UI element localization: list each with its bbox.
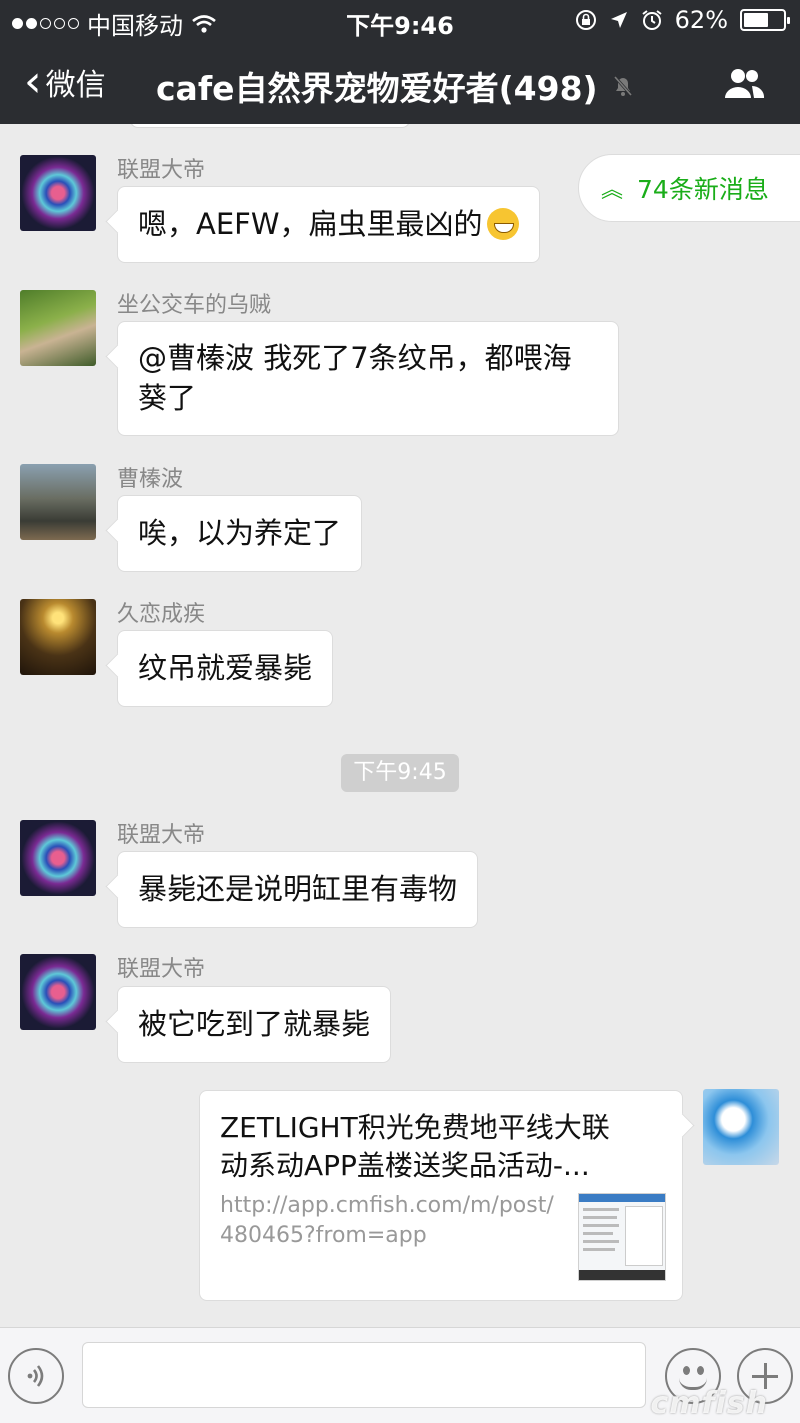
sender-name: 联盟大帝 [117,823,206,848]
message-text: 纹吊就爱暴毙 [138,651,313,685]
link-thumbnail [578,1193,666,1281]
message-bubble[interactable]: 被它吃到了就暴毙 [117,986,392,1063]
avatar[interactable] [20,464,96,540]
message-text-line: @曹榛波 我死了7条纹吊，都喂海 [138,341,572,375]
battery-fill [744,13,768,27]
sender-name: 联盟大帝 [117,158,206,183]
input-bar: cmfish [0,1327,800,1423]
group-name: cafe自然界宠物爱好者(498) [156,69,598,108]
double-chevron-up-icon: ︽ [601,178,624,203]
chevron-left-icon: ‹ [24,56,42,107]
chat-messages[interactable]: 联盟大帝 嗯，AEFW，扁虫里最凶的 ︽ 74条新消息 坐公交车的乌贼 @曹榛波… [0,124,800,1327]
message-bubble[interactable]: 暴毙还是说明缸里有毒物 [117,851,479,928]
alarm-clock-icon [642,10,662,30]
avatar[interactable] [20,155,96,231]
avatar[interactable] [20,290,96,366]
chat-header: ‹ 微信 cafe自然界宠物爱好者(498) [0,40,800,124]
voice-input-button[interactable] [8,1348,64,1404]
status-bar: 中国移动 下午9:46 62% [0,0,800,40]
avatar[interactable] [20,599,96,675]
battery-icon [740,9,790,31]
watermark-logo: cmfish [650,1386,768,1421]
back-button[interactable]: ‹ 微信 [24,60,106,104]
message-text-line: 葵了 [138,381,197,415]
mute-bell-icon [613,76,632,96]
link-title: ZETLIGHT积光免费地平线大联 动系动APP盖楼送奖品活动-... [220,1109,668,1185]
group-members-icon[interactable] [722,66,766,100]
message-text: 被它吃到了就暴毙 [138,1007,371,1041]
avatar[interactable] [20,954,96,1030]
message-bubble[interactable]: 唉，以为养定了 [117,495,363,572]
message-text: 唉，以为养定了 [138,516,342,550]
location-arrow-icon [610,12,627,28]
new-messages-label: 74条新消息 [637,175,769,204]
voice-icon [27,1365,44,1387]
link-card-message[interactable]: ZETLIGHT积光免费地平线大联 动系动APP盖楼送奖品活动-... http… [199,1090,683,1301]
time-divider: 下午9:45 [341,754,459,792]
sender-name: 联盟大帝 [117,957,206,982]
previous-message-bubble [130,124,410,128]
chat-title: cafe自然界宠物爱好者(498) [156,62,634,110]
grinning-emoji-icon [486,208,519,240]
avatar[interactable] [20,820,96,896]
link-url: http://app.cmfish.com/m/post/ 480465?fro… [220,1191,570,1251]
sender-name: 坐公交车的乌贼 [117,293,272,318]
message-bubble[interactable]: 嗯，AEFW，扁虫里最凶的 [117,186,540,263]
my-avatar[interactable] [703,1089,779,1165]
sender-name: 曹榛波 [117,467,184,492]
battery-percent: 62% [674,6,728,34]
link-title-line: 动系动APP盖楼送奖品活动-... [220,1149,590,1182]
sender-name: 久恋成疾 [117,602,206,627]
link-url-line: http://app.cmfish.com/m/post/ [220,1193,554,1218]
message-bubble[interactable]: @曹榛波 我死了7条纹吊，都喂海 葵了 [117,321,619,436]
message-bubble[interactable]: 纹吊就爱暴毙 [117,630,334,707]
link-title-line: ZETLIGHT积光免费地平线大联 [220,1111,610,1144]
new-messages-button[interactable]: ︽ 74条新消息 [578,154,800,222]
message-text: 暴毙还是说明缸里有毒物 [138,872,458,906]
message-text: 嗯，AEFW，扁虫里最凶的 [138,207,483,241]
link-url-line: 480465?from=app [220,1223,427,1248]
back-label: 微信 [45,68,106,103]
message-input[interactable] [82,1342,646,1408]
rotation-lock-icon [575,10,596,30]
